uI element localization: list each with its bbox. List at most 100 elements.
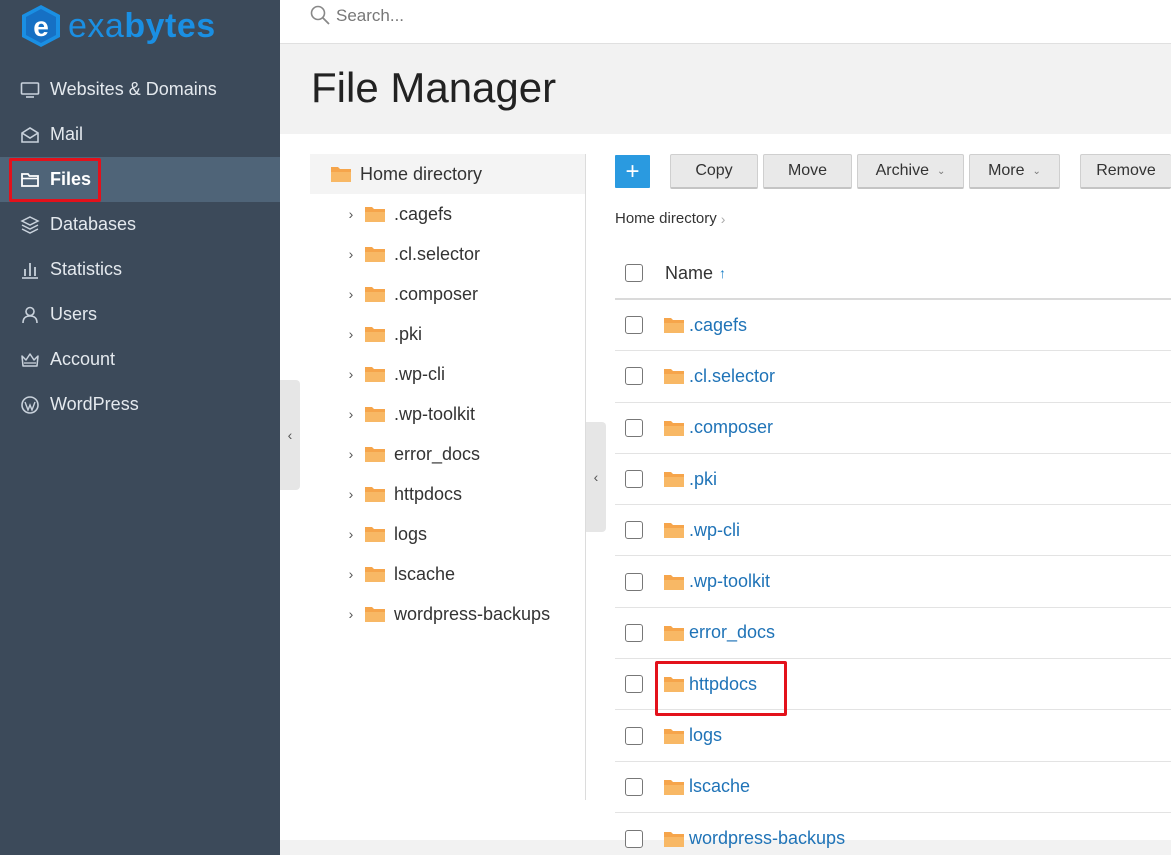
tree-item-label: error_docs [394, 443, 481, 464]
chevron-down-icon: ⌄ [936, 165, 946, 177]
folder-icon [663, 778, 685, 796]
copy-button-label: Copy [695, 162, 733, 179]
add-button[interactable]: + [615, 155, 650, 188]
tree-item[interactable]: › .cl.selector [310, 234, 585, 274]
chevron-right-icon[interactable]: › [344, 406, 358, 422]
chevron-left-icon: ‹ [593, 469, 599, 485]
file-name-link[interactable]: .wp-cli [689, 520, 740, 541]
file-name-link[interactable]: lscache [689, 776, 750, 797]
folder-icon [663, 470, 685, 488]
file-name-link[interactable]: httpdocs [689, 674, 757, 695]
chevron-right-icon[interactable]: › [344, 526, 358, 542]
sidebar-item-files[interactable]: Files [0, 157, 280, 202]
file-name-link[interactable]: logs [689, 725, 722, 746]
collapse-tree-button[interactable]: ‹ [586, 422, 606, 532]
chevron-left-icon: ‹ [287, 427, 293, 443]
row-checkbox[interactable] [625, 726, 643, 745]
folder-icon [330, 165, 352, 183]
chevron-right-icon[interactable]: › [344, 486, 358, 502]
file-name-link[interactable]: .wp-toolkit [689, 571, 770, 592]
brand-name: exabytes [68, 7, 216, 45]
tree-item[interactable]: › httpdocs [310, 474, 585, 514]
more-button-label: More [988, 162, 1025, 179]
chevron-right-icon[interactable]: › [344, 606, 358, 622]
chevron-right-icon[interactable]: › [344, 326, 358, 342]
row-checkbox[interactable] [625, 623, 643, 642]
name-column-header[interactable]: Name [665, 263, 713, 284]
row-checkbox[interactable] [625, 367, 643, 386]
table-row: .wp-cli [615, 505, 1171, 557]
tree-item[interactable]: › error_docs [310, 434, 585, 474]
collapse-sidebar-button[interactable]: ‹ [280, 380, 300, 490]
sidebar-item-account[interactable]: Account [0, 337, 280, 382]
chevron-right-icon[interactable]: › [344, 286, 358, 302]
folder-icon [663, 521, 685, 539]
sidebar-item-label: Statistics [50, 259, 123, 279]
chevron-right-icon[interactable]: › [344, 206, 358, 222]
more-button[interactable]: More ⌄ [969, 154, 1060, 189]
tree-item-label: .cagefs [394, 203, 453, 224]
sidebar-item-users[interactable]: Users [0, 292, 280, 337]
select-all-checkbox[interactable] [625, 264, 643, 282]
remove-button[interactable]: Remove [1080, 154, 1171, 189]
file-name-link[interactable]: .pki [689, 469, 717, 490]
sidebar-item-mail[interactable]: Mail [0, 112, 280, 157]
tree-item[interactable]: › .wp-toolkit [310, 394, 585, 434]
file-name-link[interactable]: error_docs [689, 622, 775, 643]
tree-item[interactable]: › .pki [310, 314, 585, 354]
folder-icon [364, 605, 386, 623]
exabytes-logo-icon: e [18, 3, 64, 49]
archive-button[interactable]: Archive ⌄ [857, 154, 964, 189]
row-checkbox[interactable] [625, 572, 643, 591]
sidebar-item-label: Mail [50, 124, 84, 144]
tree-item[interactable]: › .cagefs [310, 194, 585, 234]
sidebar-item-websites-domains[interactable]: Websites & Domains [0, 67, 280, 112]
file-name-link[interactable]: wordpress-backups [689, 828, 845, 849]
file-name-link[interactable]: .cl.selector [689, 366, 775, 387]
folder-icon [663, 727, 685, 745]
row-checkbox[interactable] [625, 777, 643, 796]
sidebar-nav: Websites & Domains Mail Files Databases … [0, 67, 280, 427]
breadcrumb-item-home[interactable]: Home directory [615, 210, 717, 227]
sidebar-item-databases[interactable]: Databases [0, 202, 280, 247]
row-checkbox[interactable] [625, 418, 643, 437]
brand-logo[interactable]: e exabytes [18, 2, 216, 50]
chevron-right-icon[interactable]: › [344, 366, 358, 382]
row-checkbox[interactable] [625, 470, 643, 489]
file-name-link[interactable]: .composer [689, 417, 773, 438]
tree-item[interactable]: › .composer [310, 274, 585, 314]
folder-icon [663, 367, 685, 385]
search-icon [309, 4, 331, 26]
tree-root-home[interactable]: Home directory [310, 154, 585, 194]
chevron-right-icon[interactable]: › [344, 446, 358, 462]
sort-ascending-icon[interactable]: ↑ [719, 265, 726, 281]
folder-icon [364, 285, 386, 303]
chevron-down-icon: ⌄ [1032, 165, 1041, 177]
tree-item[interactable]: › .wp-cli [310, 354, 585, 394]
chevron-right-icon[interactable]: › [344, 566, 358, 582]
row-checkbox[interactable] [625, 521, 643, 540]
sidebar-item-statistics[interactable]: Statistics [0, 247, 280, 292]
account-icon [20, 350, 40, 370]
top-bar [280, 0, 1171, 44]
table-row: .cl.selector [615, 351, 1171, 403]
table-row: .cagefs [615, 300, 1171, 352]
row-checkbox[interactable] [625, 316, 643, 335]
folder-icon [663, 573, 685, 591]
tree-item-label: logs [394, 523, 428, 544]
sidebar-item-wordpress[interactable]: WordPress [0, 382, 280, 427]
tree-item[interactable]: › wordpress-backups [310, 594, 585, 634]
row-checkbox[interactable] [625, 675, 643, 694]
row-checkbox[interactable] [625, 829, 643, 848]
search-input[interactable] [336, 3, 736, 29]
tree-item[interactable]: › lscache [310, 554, 585, 594]
breadcrumb: Home directory › [615, 210, 725, 227]
archive-button-label: Archive [875, 162, 929, 179]
copy-button[interactable]: Copy [670, 154, 758, 189]
folder-icon [364, 405, 386, 423]
chevron-right-icon[interactable]: › [344, 246, 358, 262]
table-row: .pki [615, 454, 1171, 506]
move-button[interactable]: Move [763, 154, 852, 189]
file-name-link[interactable]: .cagefs [689, 315, 747, 336]
tree-item[interactable]: › logs [310, 514, 585, 554]
